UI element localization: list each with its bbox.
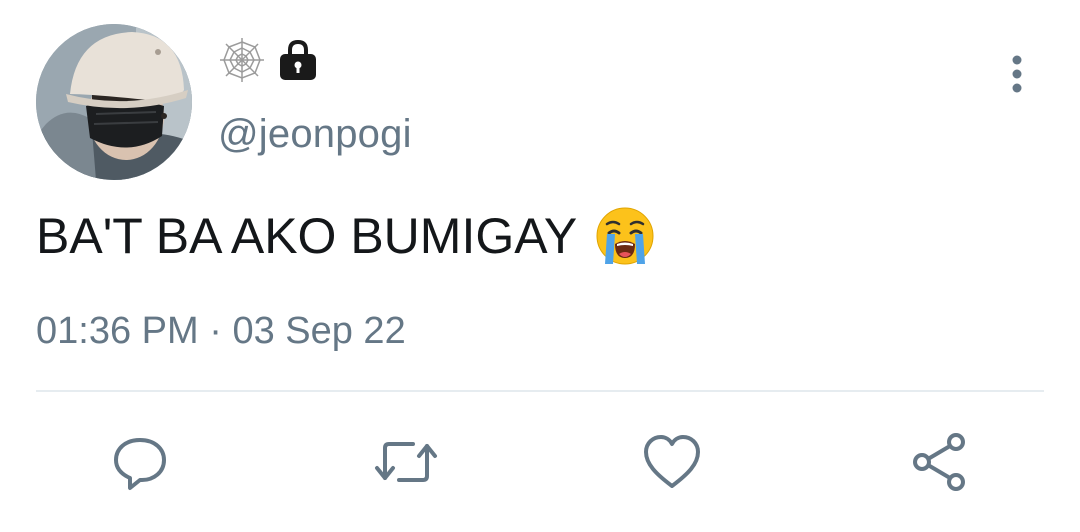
meta-separator: · (198, 310, 233, 352)
spider-web-icon (218, 36, 266, 89)
tweet-text-row: BA'T BA AKO BUMIGAY (36, 206, 655, 266)
reply-button[interactable] (108, 432, 172, 496)
user-handle[interactable]: @jeonpogi (218, 112, 412, 157)
tweet-text: BA'T BA AKO BUMIGAY (36, 208, 578, 264)
avatar-image (36, 24, 192, 180)
profile-badges (218, 37, 320, 87)
retweet-icon (373, 432, 439, 497)
more-vertical-icon[interactable] (1006, 54, 1028, 98)
reply-icon (110, 432, 170, 497)
tweet-date: 03 Sep 22 (232, 310, 406, 352)
retweet-button[interactable] (374, 432, 438, 496)
tweet-time: 01:36 PM (36, 310, 199, 352)
divider (36, 390, 1044, 392)
like-icon (642, 432, 702, 497)
share-button[interactable] (908, 432, 972, 496)
action-bar (0, 432, 1080, 496)
avatar[interactable] (36, 24, 192, 180)
tweet-card: @jeonpogi BA'T BA AKO BUMIGAY 01:36 PM ·… (0, 0, 1080, 532)
loudly-crying-face-icon (595, 206, 655, 266)
like-button[interactable] (640, 432, 704, 496)
tweet-timestamp: 01:36 PM · 03 Sep 22 (36, 310, 406, 353)
lock-icon (276, 38, 320, 87)
share-icon (910, 432, 970, 497)
